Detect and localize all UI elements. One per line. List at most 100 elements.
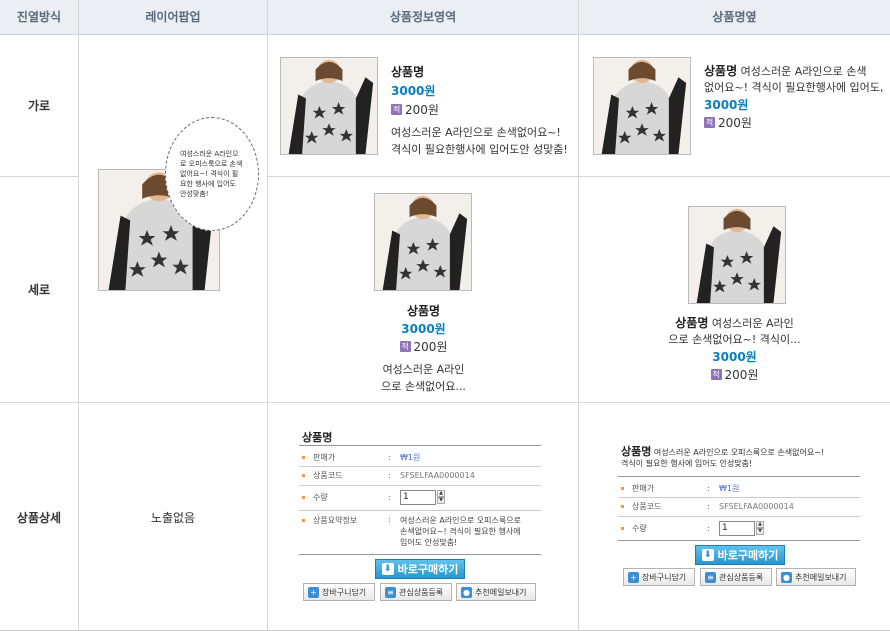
product-name[interactable]: 상품명 xyxy=(391,63,576,80)
row-label-horizontal: 가로 xyxy=(0,35,79,177)
detail-row-code: 상품코드 : SFSELFAA0000014 xyxy=(302,468,475,482)
sweater-photo-icon xyxy=(281,58,377,154)
points-value: 200원 xyxy=(724,368,759,382)
code-label: 상품코드 xyxy=(313,470,343,480)
points-value: 200원 xyxy=(413,340,448,354)
horizontal-info-cell: 상품명 3000원 적 200원 여성스러운 A라인으로 손색없어요~! 격식이… xyxy=(268,35,579,177)
quantity-label: 수량 xyxy=(632,523,647,533)
display-method-table: 진열방식 레이어팝업 상품정보영역 상품명옆 가로 세로 상품상세 여성스러운 … xyxy=(0,0,890,631)
quantity-stepper: 1 ▲ ▼ xyxy=(400,489,445,505)
price-value: ₩1원 xyxy=(400,452,421,462)
add-to-cart-button[interactable]: + 장바구니담기 xyxy=(303,583,375,601)
wishlist-label: 관심상품등록 xyxy=(719,572,764,582)
header-display-method: 진열방식 xyxy=(0,0,79,35)
recommend-mail-button[interactable]: ● 추천메일보내기 xyxy=(456,583,536,601)
product-name[interactable]: 상품명 xyxy=(268,302,579,319)
wishlist-label: 관심상품등록 xyxy=(399,587,444,597)
detail-row-price: 판매가 : ₩1원 xyxy=(302,450,420,464)
points-value: 200원 xyxy=(718,116,752,130)
points-icon: 적 xyxy=(391,104,402,115)
detail-product-name: 상품명 xyxy=(621,445,652,458)
horizontal-side-cell: 상품명 여성스러운 A라인으로 손색 없어요~! 격식이 필요한행사에 입어도,… xyxy=(579,35,890,177)
quantity-down-icon[interactable]: ▼ xyxy=(756,528,764,535)
divider xyxy=(299,554,541,555)
code-value: SFSELFAA0000014 xyxy=(719,501,794,511)
quantity-up-icon[interactable]: ▲ xyxy=(437,490,445,497)
detail-row-code: 상품코드 : SFSELFAA0000014 xyxy=(621,499,794,513)
detail-layer-popup-cell: 노출없음 xyxy=(79,403,268,631)
buy-now-button[interactable]: ⬇ 바로구매하기 xyxy=(375,559,465,579)
sweater-photo-icon xyxy=(594,58,690,154)
product-description: 여성스러운 A라인으로 손색없어요~! 격식이 필요한행사에 입어도안 성맞춤! xyxy=(391,124,576,158)
row-label-detail: 상품상세 xyxy=(0,403,79,631)
detail-info-cell: 상품명 판매가 : ₩1원 상품코드 : SFSELFAA0000014 수량 … xyxy=(268,403,579,631)
product-image[interactable] xyxy=(374,193,472,291)
summary-line: 입어도 안성맞춤! xyxy=(400,538,458,547)
sweater-photo-icon xyxy=(375,194,471,290)
wishlist-button[interactable]: ≡ 관심상품등록 xyxy=(700,568,772,586)
header-layer-popup: 레이어팝업 xyxy=(79,0,268,35)
summary-label: 상품요약정보 xyxy=(313,516,358,525)
price-label: 판매가 xyxy=(313,452,336,462)
product-image[interactable] xyxy=(280,57,378,155)
product-points: 적 200원 xyxy=(704,114,887,131)
detail-row-quantity: 수량 : 1 ▲ ▼ xyxy=(302,488,445,506)
vertical-info-cell: 상품명 3000원 적 200원 여성스러운 A라인 으로 손색없어요... xyxy=(268,177,579,403)
description-line: 격식이 필요한행사에 입어도안 성맞춤! xyxy=(391,143,568,156)
bubble-text: 여성스러운 A라인으로 오피스룩으로 손색없어요~! 격식이 필요한 행사에 입… xyxy=(180,150,243,198)
add-to-cart-button[interactable]: + 장바구니담기 xyxy=(623,568,695,586)
product-description: 여성스러운 A라인 으로 손색없어요... xyxy=(268,361,579,395)
description-line: 여성스러운 A라인으로 손색 xyxy=(740,65,867,78)
bullet-icon xyxy=(302,455,305,459)
name-with-description: 상품명 여성스러운 A라인으로 손색 없어요~! 격식이 필요한행사에 입어도, xyxy=(704,63,887,96)
summary-line: 손색없어요~! 격식이 필요한 행사에 xyxy=(400,527,521,536)
download-icon: ⬇ xyxy=(381,563,394,575)
detail-row-quantity: 수량 : 1 ▲ ▼ xyxy=(621,519,764,537)
quantity-input[interactable]: 1 xyxy=(400,489,436,505)
quantity-down-icon[interactable]: ▼ xyxy=(437,497,445,504)
cart-label: 장바구니담기 xyxy=(322,587,367,597)
person-icon: ● xyxy=(461,586,472,598)
vertical-side-cell: 상품명 여성스러운 A라인 으로 손색없어요~! 격식이... 3000원 적 … xyxy=(579,177,890,403)
mail-label: 추천메일보내기 xyxy=(795,572,847,582)
description-line: 여성스러운 A라인으로 손색없어요~! xyxy=(391,126,561,139)
quantity-label: 수량 xyxy=(313,492,328,502)
description-line: 여성스러운 A라인 xyxy=(711,317,794,330)
buy-now-label: 바로구매하기 xyxy=(717,549,779,562)
wishlist-button[interactable]: ≡ 관심상품등록 xyxy=(380,583,452,601)
product-name[interactable]: 상품명 xyxy=(704,64,737,78)
product-price: 3000원 xyxy=(401,322,446,336)
product-price: 3000원 xyxy=(391,84,436,98)
quantity-up-icon[interactable]: ▲ xyxy=(756,521,764,528)
product-points: 적 200원 xyxy=(391,101,576,118)
speech-bubble-popup: 여성스러운 A라인으로 오피스룩으로 손색없어요~! 격식이 필요한 행사에 입… xyxy=(165,117,259,231)
recommend-mail-button[interactable]: ● 추천메일보내기 xyxy=(776,568,856,586)
description-line: 으로 손색없어요~! 격식이... xyxy=(668,333,801,346)
bullet-icon xyxy=(621,526,624,530)
points-value: 200원 xyxy=(405,103,439,117)
cart-label: 장바구니담기 xyxy=(642,572,687,582)
divider xyxy=(299,485,541,486)
points-icon: 적 xyxy=(399,341,411,352)
quantity-input[interactable]: 1 xyxy=(719,520,755,536)
divider xyxy=(618,497,860,498)
sweater-photo-icon xyxy=(689,207,785,303)
divider xyxy=(299,466,541,467)
divider xyxy=(618,516,860,517)
download-icon: ⬇ xyxy=(701,549,714,561)
plus-icon: + xyxy=(308,586,319,598)
product-image[interactable] xyxy=(688,206,786,304)
price-value: ₩1원 xyxy=(719,483,740,493)
buy-now-button[interactable]: ⬇ 바로구매하기 xyxy=(695,545,785,565)
bullet-icon xyxy=(302,495,305,499)
product-image[interactable] xyxy=(593,57,691,155)
divider xyxy=(618,476,860,477)
no-exposure-text: 노출없음 xyxy=(150,510,196,525)
product-name[interactable]: 상품명 xyxy=(675,316,708,330)
document-icon: ≡ xyxy=(705,571,716,583)
bullet-icon xyxy=(621,486,624,490)
product-price: 3000원 xyxy=(704,98,749,112)
bullet-icon xyxy=(621,504,624,508)
divider xyxy=(299,510,541,511)
detail-side-cell: 상품명 여성스러운 A라인으로 오피스룩으로 손색없어요~! 격식이 필요한 행… xyxy=(579,403,890,631)
